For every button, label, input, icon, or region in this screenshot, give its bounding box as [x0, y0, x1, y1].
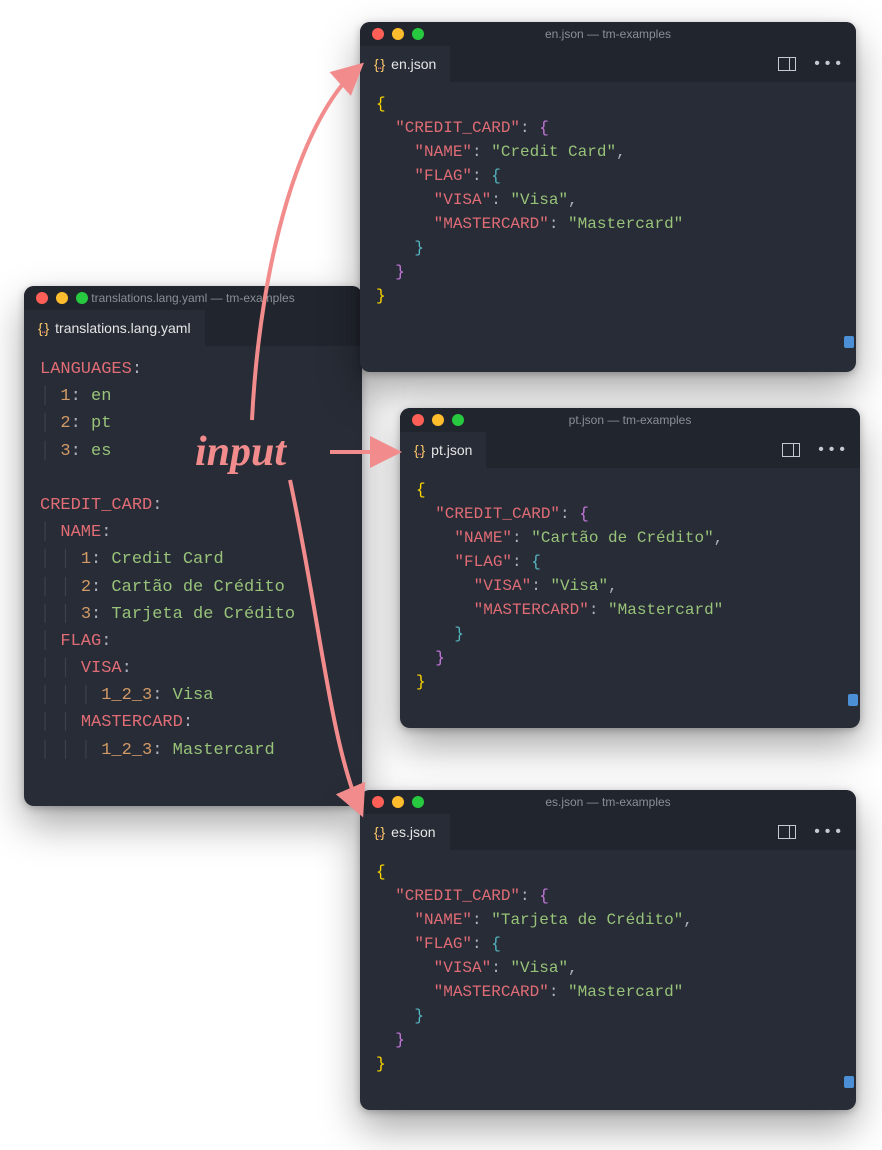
titlebar: translations.lang.yaml — tm-examples: [24, 286, 362, 310]
tab-label: translations.lang.yaml: [55, 320, 190, 336]
minimize-icon[interactable]: [432, 414, 444, 426]
minimap-marker: [848, 694, 858, 706]
minimap-marker: [844, 1076, 854, 1088]
json-file-icon: {..}: [38, 320, 47, 336]
code-editor[interactable]: { "CREDIT_CARD": { "NAME": "Cartão de Cr…: [400, 468, 860, 708]
window-output-pt: pt.json — tm-examples {..} pt.json ••• {…: [400, 408, 860, 728]
split-editor-icon[interactable]: [778, 57, 796, 71]
more-actions-icon[interactable]: •••: [812, 823, 844, 841]
traffic-lights[interactable]: [360, 796, 424, 808]
window-output-es: es.json — tm-examples {..} es.json ••• {…: [360, 790, 856, 1110]
traffic-lights[interactable]: [24, 292, 88, 304]
window-title: es.json — tm-examples: [360, 795, 856, 809]
titlebar: es.json — tm-examples: [360, 790, 856, 814]
minimap-marker: [844, 336, 854, 348]
split-editor-icon[interactable]: [778, 825, 796, 839]
titlebar: en.json — tm-examples: [360, 22, 856, 46]
tab-active[interactable]: {..} pt.json: [400, 432, 486, 468]
tab-label: es.json: [391, 824, 435, 840]
split-editor-icon[interactable]: [782, 443, 800, 457]
json-file-icon: {..}: [414, 442, 423, 458]
tabbar: {..} translations.lang.yaml: [24, 310, 362, 346]
titlebar: pt.json — tm-examples: [400, 408, 860, 432]
minimize-icon[interactable]: [392, 796, 404, 808]
zoom-icon[interactable]: [412, 28, 424, 40]
more-actions-icon[interactable]: •••: [816, 441, 848, 459]
tab-label: en.json: [391, 56, 436, 72]
window-title: pt.json — tm-examples: [400, 413, 860, 427]
tab-active[interactable]: {..} es.json: [360, 814, 450, 850]
tabbar: {..} es.json •••: [360, 814, 856, 850]
tabbar: {..} pt.json •••: [400, 432, 860, 468]
traffic-lights[interactable]: [360, 28, 424, 40]
close-icon[interactable]: [372, 28, 384, 40]
code-editor[interactable]: { "CREDIT_CARD": { "NAME": "Credit Card"…: [360, 82, 856, 322]
window-title: en.json — tm-examples: [360, 27, 856, 41]
window-source: translations.lang.yaml — tm-examples {..…: [24, 286, 362, 806]
window-output-en: en.json — tm-examples {..} en.json ••• {…: [360, 22, 856, 372]
zoom-icon[interactable]: [76, 292, 88, 304]
tab-active[interactable]: {..} translations.lang.yaml: [24, 310, 205, 346]
tabbar: {..} en.json •••: [360, 46, 856, 82]
minimize-icon[interactable]: [56, 292, 68, 304]
input-label: input: [195, 428, 286, 476]
tab-label: pt.json: [431, 442, 472, 458]
zoom-icon[interactable]: [412, 796, 424, 808]
more-actions-icon[interactable]: •••: [812, 55, 844, 73]
json-file-icon: {..}: [374, 56, 383, 72]
close-icon[interactable]: [372, 796, 384, 808]
zoom-icon[interactable]: [452, 414, 464, 426]
tab-active[interactable]: {..} en.json: [360, 46, 450, 82]
code-editor[interactable]: LANGUAGES: │ 1: en │ 2: pt │ 3: es CREDI…: [24, 346, 362, 778]
json-file-icon: {..}: [374, 824, 383, 840]
traffic-lights[interactable]: [400, 414, 464, 426]
close-icon[interactable]: [36, 292, 48, 304]
minimize-icon[interactable]: [392, 28, 404, 40]
close-icon[interactable]: [412, 414, 424, 426]
code-editor[interactable]: { "CREDIT_CARD": { "NAME": "Tarjeta de C…: [360, 850, 856, 1090]
